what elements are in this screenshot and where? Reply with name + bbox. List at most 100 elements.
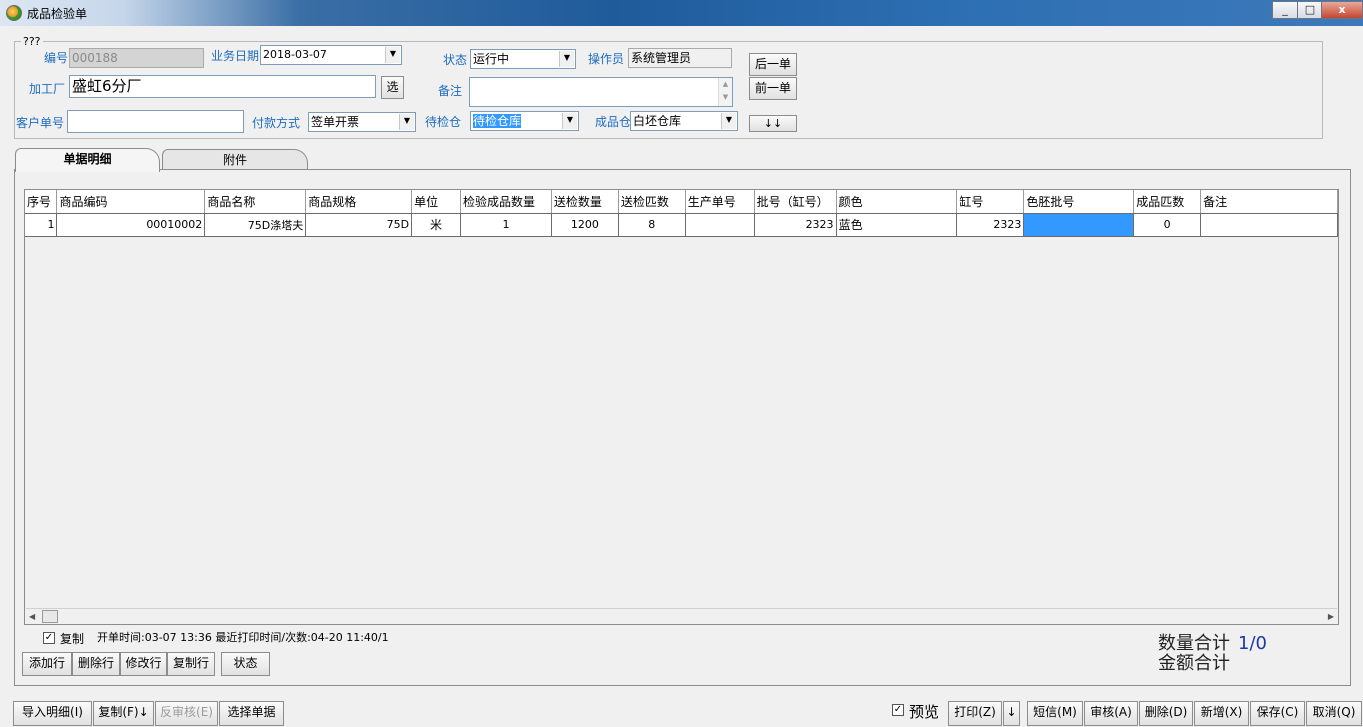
table-cell[interactable]: 8 <box>618 213 686 237</box>
chevron-down-icon[interactable]: ▼ <box>721 113 736 129</box>
import-details-button[interactable]: 导入明细(I) <box>13 701 92 726</box>
table-cell[interactable]: 00010002 <box>56 213 206 237</box>
chevron-down-icon[interactable]: ▼ <box>399 114 414 130</box>
delete-button[interactable]: 删除(D) <box>1139 701 1193 726</box>
status-button[interactable]: 状态 <box>221 652 270 676</box>
col-header[interactable]: 缸号 <box>956 190 1025 214</box>
qty-total: 数量合计 1/0 <box>1158 634 1267 654</box>
table-cell[interactable]: 75D <box>305 213 413 237</box>
scroll-right-icon[interactable]: ▶ <box>1328 609 1334 624</box>
prev-record-button[interactable]: 前一单 <box>749 77 797 100</box>
next-record-button[interactable]: 后一单 <box>749 53 797 76</box>
col-header[interactable]: 颜色 <box>836 190 958 214</box>
copy-checkbox[interactable]: ✓ <box>43 632 55 644</box>
delete-row-button[interactable]: 删除行 <box>72 652 120 676</box>
table-cell[interactable]: 1200 <box>551 213 619 237</box>
save-button[interactable]: 保存(C) <box>1250 701 1305 726</box>
col-header[interactable]: 批号（缸号） <box>754 190 837 214</box>
factory-select-button[interactable]: 选 <box>381 76 404 99</box>
preview-checkbox[interactable]: ✓ <box>892 704 904 716</box>
col-header[interactable]: 成品匹数 <box>1133 190 1202 214</box>
finished-wh-value: 白坯仓库 <box>633 114 682 128</box>
qty-total-value: 1/0 <box>1238 633 1267 654</box>
copy-dropdown-button[interactable]: 复制(F)↓ <box>93 701 154 726</box>
payment-select[interactable]: 签单开票 ▼ <box>308 112 416 132</box>
horizontal-scrollbar[interactable]: ◀ ▶ <box>26 608 1337 623</box>
col-header[interactable]: 商品规格 <box>305 190 413 214</box>
date-label: 业务日期 <box>211 49 260 63</box>
select-document-button[interactable]: 选择单据 <box>219 701 284 726</box>
scroll-left-icon[interactable]: ◀ <box>29 609 35 624</box>
table-cell[interactable]: 0 <box>1133 213 1202 237</box>
col-header[interactable]: 生产单号 <box>685 190 755 214</box>
no-field[interactable]: 000188 <box>69 48 204 68</box>
window-title: 成品检验单 <box>27 7 88 21</box>
remark-label: 备注 <box>438 84 463 98</box>
table-cell[interactable]: 2323 <box>956 213 1025 237</box>
tab-attachments[interactable]: 附件 <box>162 149 308 171</box>
col-header[interactable]: 检验成品数量 <box>460 190 552 214</box>
maximize-button[interactable]: □ <box>1297 1 1323 19</box>
table-cell[interactable]: 1 <box>460 213 552 237</box>
chevron-down-icon[interactable]: ▼ <box>559 51 574 67</box>
col-header[interactable]: 备注 <box>1200 190 1338 214</box>
sms-button[interactable]: 短信(M) <box>1027 701 1083 726</box>
table-row[interactable]: 1 00010002 75D涤塔夫 75D 米 1 1200 8 2323 蓝色… <box>25 213 1338 237</box>
tab-details[interactable]: 单据明细 <box>15 148 160 172</box>
unaudit-button[interactable]: 反审核(E) <box>155 701 218 726</box>
col-header[interactable]: 送检匹数 <box>618 190 686 214</box>
qty-total-label: 数量合计 <box>1158 633 1230 654</box>
cancel-button[interactable]: 取消(Q) <box>1306 701 1362 726</box>
edit-row-button[interactable]: 修改行 <box>120 652 167 676</box>
remark-textarea[interactable] <box>469 77 733 107</box>
operator-label: 操作员 <box>588 52 625 66</box>
down-arrows-button[interactable]: ↓↓ <box>749 115 797 132</box>
table-header-row: 序号 商品编码 商品名称 商品规格 单位 检验成品数量 送检数量 送检匹数 生产… <box>25 190 1338 214</box>
factory-field[interactable]: 盛虹6分厂 <box>69 75 376 98</box>
copy-check-label: 复制 <box>60 632 85 646</box>
status-value: 运行中 <box>473 52 510 66</box>
date-value: 2018-03-07 <box>263 48 327 61</box>
new-button[interactable]: 新增(X) <box>1194 701 1249 726</box>
payment-value: 签单开票 <box>311 115 360 129</box>
minimize-button[interactable]: _ <box>1272 1 1298 19</box>
col-header[interactable]: 序号 <box>25 190 58 214</box>
title-bar: 成品检验单 _ □ x <box>0 0 1363 26</box>
print-button[interactable]: 打印(Z) <box>948 701 1002 726</box>
info-text: 开单时间:03-07 13:36 最近打印时间/次数:04-20 11:40/1 <box>97 631 389 644</box>
col-header[interactable]: 送检数量 <box>551 190 619 214</box>
table-cell[interactable]: 米 <box>411 213 462 237</box>
preview-label: 预览 <box>909 703 940 721</box>
amount-total-label: 金额合计 <box>1158 653 1230 674</box>
table-cell[interactable]: 1 <box>25 213 58 237</box>
copy-row-button[interactable]: 复制行 <box>167 652 215 676</box>
date-picker[interactable]: 2018-03-07 ▼ <box>260 45 402 65</box>
scroll-thumb[interactable] <box>42 610 58 623</box>
col-header[interactable]: 单位 <box>411 190 462 214</box>
status-select[interactable]: 运行中 ▼ <box>470 49 576 69</box>
table-cell[interactable]: 蓝色 <box>836 213 958 237</box>
chevron-down-icon[interactable]: ▼ <box>385 47 400 63</box>
col-header[interactable]: 商品编码 <box>56 190 206 214</box>
col-header[interactable]: 商品名称 <box>204 190 307 214</box>
table-cell[interactable] <box>685 213 755 237</box>
pending-wh-label: 待检仓 <box>425 115 462 129</box>
pending-wh-select[interactable]: 待检仓库 ▼ <box>470 111 579 131</box>
remark-scrollbar[interactable]: ▲ ▼ <box>718 78 732 106</box>
detail-grid: 序号 商品编码 商品名称 商品规格 单位 检验成品数量 送检数量 送检匹数 生产… <box>24 189 1339 625</box>
customer-no-label: 客户单号 <box>16 116 65 130</box>
add-row-button[interactable]: 添加行 <box>22 652 72 676</box>
table-cell[interactable] <box>1200 213 1338 237</box>
table-cell-selected[interactable] <box>1023 213 1135 237</box>
col-header[interactable]: 色胚批号 <box>1023 190 1135 214</box>
audit-button[interactable]: 审核(A) <box>1084 701 1138 726</box>
detail-table: 序号 商品编码 商品名称 商品规格 单位 检验成品数量 送检数量 送检匹数 生产… <box>25 190 1338 237</box>
finished-wh-select[interactable]: 白坯仓库 ▼ <box>630 111 738 131</box>
operator-field: 系统管理员 <box>628 48 732 68</box>
close-button[interactable]: x <box>1321 1 1363 19</box>
customer-no-field[interactable] <box>67 110 244 133</box>
table-cell[interactable]: 75D涤塔夫 <box>204 213 307 237</box>
chevron-down-icon[interactable]: ▼ <box>562 113 577 129</box>
table-cell[interactable]: 2323 <box>754 213 837 237</box>
print-dropdown-arrow[interactable]: ↓ <box>1003 701 1020 726</box>
